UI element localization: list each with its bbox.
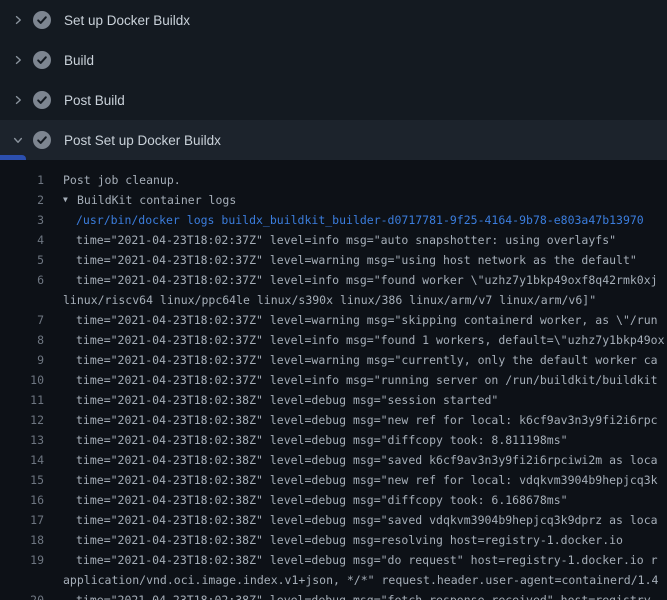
log-text: application/vnd.oci.image.index.v1+json,… xyxy=(63,570,658,590)
line-number[interactable]: 18 xyxy=(0,530,44,550)
step-row[interactable]: Post Build xyxy=(0,80,667,120)
log-line: 12 ▼ time="2021-04-23T18:02:38Z" level=d… xyxy=(0,410,667,430)
check-circle-icon xyxy=(32,10,52,30)
step-label: Build xyxy=(64,53,94,68)
line-number[interactable]: 11 xyxy=(0,390,44,410)
log-line: 14 ▼ time="2021-04-23T18:02:38Z" level=d… xyxy=(0,450,667,470)
log-line: 10 ▼ time="2021-04-23T18:02:37Z" level=i… xyxy=(0,370,667,390)
step-label: Set up Docker Buildx xyxy=(64,13,190,28)
log-text: time="2021-04-23T18:02:38Z" level=debug … xyxy=(76,390,498,410)
line-number[interactable]: 7 xyxy=(0,310,44,330)
log-line: 9 ▼ time="2021-04-23T18:02:37Z" level=wa… xyxy=(0,350,667,370)
log-line: 7 ▼ time="2021-04-23T18:02:37Z" level=wa… xyxy=(0,310,667,330)
log-text[interactable]: BuildKit container logs xyxy=(77,190,236,210)
chevron-down-icon[interactable] xyxy=(12,134,24,146)
line-number[interactable]: 1 xyxy=(0,170,44,190)
log-line: ▼ application/vnd.oci.image.index.v1+jso… xyxy=(0,570,667,590)
log-text: time="2021-04-23T18:02:38Z" level=debug … xyxy=(76,490,568,510)
check-circle-icon xyxy=(32,90,52,110)
disclosure-triangle-icon[interactable]: ▼ xyxy=(63,190,77,210)
log-text: time="2021-04-23T18:02:38Z" level=debug … xyxy=(76,590,658,600)
line-number[interactable]: 17 xyxy=(0,510,44,530)
log-text: time="2021-04-23T18:02:38Z" level=debug … xyxy=(76,470,658,490)
line-number[interactable]: 4 xyxy=(0,230,44,250)
log-line: 17 ▼ time="2021-04-23T18:02:38Z" level=d… xyxy=(0,510,667,530)
line-number[interactable] xyxy=(0,570,44,590)
log-text: time="2021-04-23T18:02:37Z" level=warnin… xyxy=(76,310,658,330)
line-number[interactable]: 6 xyxy=(0,270,44,290)
line-number[interactable]: 12 xyxy=(0,410,44,430)
check-circle-icon xyxy=(32,50,52,70)
log-line: 16 ▼ time="2021-04-23T18:02:38Z" level=d… xyxy=(0,490,667,510)
log-line: ▼ linux/riscv64 linux/ppc64le linux/s390… xyxy=(0,290,667,310)
log-text: time="2021-04-23T18:02:37Z" level=warnin… xyxy=(76,350,658,370)
log-text: time="2021-04-23T18:02:38Z" level=debug … xyxy=(76,530,623,550)
line-number[interactable]: 19 xyxy=(0,550,44,570)
step-label: Post Build xyxy=(64,93,125,108)
log-text: time="2021-04-23T18:02:37Z" level=info m… xyxy=(76,270,658,290)
log-line: 18 ▼ time="2021-04-23T18:02:38Z" level=d… xyxy=(0,530,667,550)
chevron-right-icon[interactable] xyxy=(12,54,24,66)
chevron-right-icon[interactable] xyxy=(12,14,24,26)
log-line: 5 ▼ time="2021-04-23T18:02:37Z" level=wa… xyxy=(0,250,667,270)
line-number[interactable]: 9 xyxy=(0,350,44,370)
line-number[interactable]: 8 xyxy=(0,330,44,350)
step-label: Post Set up Docker Buildx xyxy=(64,133,221,148)
focus-accent-bar xyxy=(0,155,26,160)
log-line: 1 ▼ Post job cleanup. xyxy=(0,170,667,190)
step-row[interactable]: Build xyxy=(0,40,667,80)
check-circle-icon xyxy=(32,130,52,150)
step-row[interactable]: Post Set up Docker Buildx xyxy=(0,120,667,160)
log-text: time="2021-04-23T18:02:37Z" level=info m… xyxy=(76,370,658,390)
log-line: 11 ▼ time="2021-04-23T18:02:38Z" level=d… xyxy=(0,390,667,410)
log-command-text: /usr/bin/docker logs buildx_buildkit_bui… xyxy=(76,210,644,230)
line-number[interactable]: 5 xyxy=(0,250,44,270)
log-area[interactable]: 1 ▼ Post job cleanup. 2 ▼ BuildKit conta… xyxy=(0,160,667,600)
line-number[interactable]: 20 xyxy=(0,590,44,600)
line-number[interactable]: 16 xyxy=(0,490,44,510)
log-line: 19 ▼ time="2021-04-23T18:02:38Z" level=d… xyxy=(0,550,667,570)
log-line: 8 ▼ time="2021-04-23T18:02:37Z" level=in… xyxy=(0,330,667,350)
line-number[interactable]: 3 xyxy=(0,210,44,230)
log-line: 4 ▼ time="2021-04-23T18:02:37Z" level=in… xyxy=(0,230,667,250)
log-text: time="2021-04-23T18:02:37Z" level=info m… xyxy=(76,330,665,350)
log-text: linux/riscv64 linux/ppc64le linux/s390x … xyxy=(63,290,596,310)
line-number[interactable]: 13 xyxy=(0,430,44,450)
log-line: 20 ▼ time="2021-04-23T18:02:38Z" level=d… xyxy=(0,590,667,600)
line-number[interactable]: 14 xyxy=(0,450,44,470)
log-text: time="2021-04-23T18:02:37Z" level=warnin… xyxy=(76,250,637,270)
log-line: 15 ▼ time="2021-04-23T18:02:38Z" level=d… xyxy=(0,470,667,490)
log-text: time="2021-04-23T18:02:38Z" level=debug … xyxy=(76,430,568,450)
actions-log-viewer: Set up Docker Buildx Build xyxy=(0,0,667,600)
line-number[interactable]: 15 xyxy=(0,470,44,490)
log-text: Post job cleanup. xyxy=(63,170,181,190)
log-text: time="2021-04-23T18:02:38Z" level=debug … xyxy=(76,510,658,530)
step-row[interactable]: Set up Docker Buildx xyxy=(0,0,667,40)
line-number[interactable]: 10 xyxy=(0,370,44,390)
log-text: time="2021-04-23T18:02:37Z" level=info m… xyxy=(76,230,616,250)
log-line: 2 ▼ BuildKit container logs xyxy=(0,190,667,210)
log-line: 13 ▼ time="2021-04-23T18:02:38Z" level=d… xyxy=(0,430,667,450)
log-text: time="2021-04-23T18:02:38Z" level=debug … xyxy=(76,550,658,570)
log-line: 3 ▼ /usr/bin/docker logs buildx_buildkit… xyxy=(0,210,667,230)
chevron-right-icon[interactable] xyxy=(12,94,24,106)
log-line: 6 ▼ time="2021-04-23T18:02:37Z" level=in… xyxy=(0,270,667,290)
line-number[interactable]: 2 xyxy=(0,190,44,210)
steps-list: Set up Docker Buildx Build xyxy=(0,0,667,160)
line-number[interactable] xyxy=(0,290,44,310)
log-text: time="2021-04-23T18:02:38Z" level=debug … xyxy=(76,410,658,430)
log-text: time="2021-04-23T18:02:38Z" level=debug … xyxy=(76,450,658,470)
